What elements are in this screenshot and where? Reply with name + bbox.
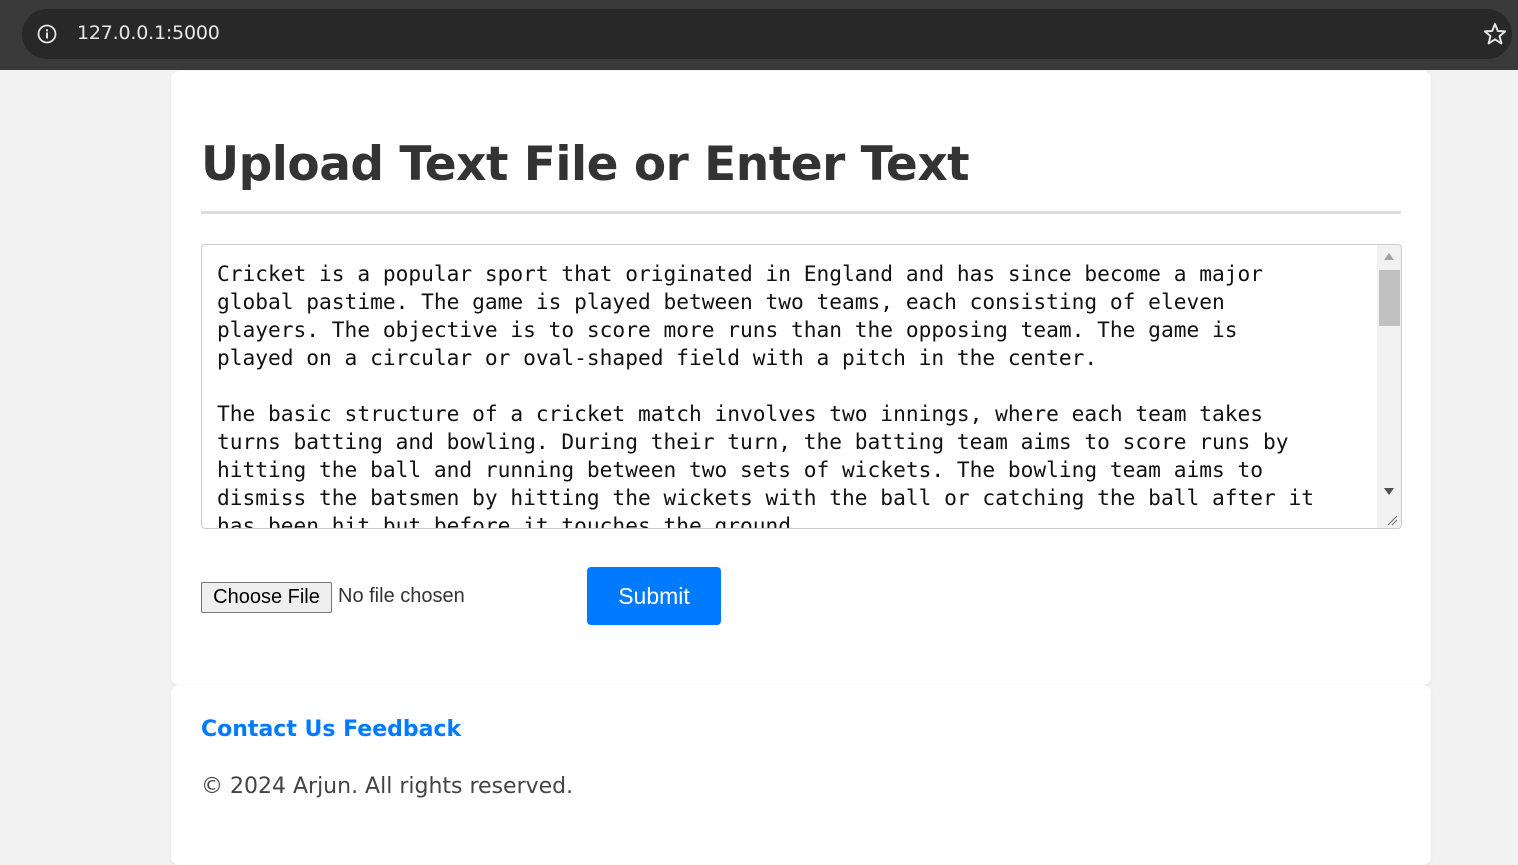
footer-links: Contact Us Feedback [201,717,461,742]
copyright-text: © 2024 Arjun. All rights reserved. [201,774,574,799]
resize-handle-icon[interactable] [1377,506,1401,528]
upload-card: Upload Text File or Enter Text Cricket i… [171,71,1431,685]
page-title: Upload Text File or Enter Text [201,137,970,192]
file-status-text: No file chosen [338,585,465,607]
contact-us-link[interactable]: Contact Us [201,717,335,742]
text-input-content[interactable]: Cricket is a popular sport that originat… [217,260,1367,528]
browser-toolbar: 127.0.0.1:5000 [0,0,1518,70]
address-bar[interactable]: 127.0.0.1:5000 [22,9,1512,59]
url-text[interactable]: 127.0.0.1:5000 [77,22,220,44]
title-divider [201,211,1401,214]
submit-button[interactable]: Submit [587,567,721,625]
footer: Contact Us Feedback © 2024 Arjun. All ri… [171,685,1431,865]
feedback-link[interactable]: Feedback [343,717,461,742]
choose-file-button[interactable]: Choose File [201,582,332,613]
scroll-down-arrow-icon[interactable] [1384,488,1394,495]
star-icon[interactable] [1482,21,1508,47]
scrollbar-thumb[interactable] [1379,270,1400,326]
info-icon[interactable] [36,23,58,45]
scroll-up-arrow-icon[interactable] [1384,253,1394,260]
textarea-scrollbar[interactable] [1377,245,1401,507]
text-input-area[interactable]: Cricket is a popular sport that originat… [201,244,1402,529]
